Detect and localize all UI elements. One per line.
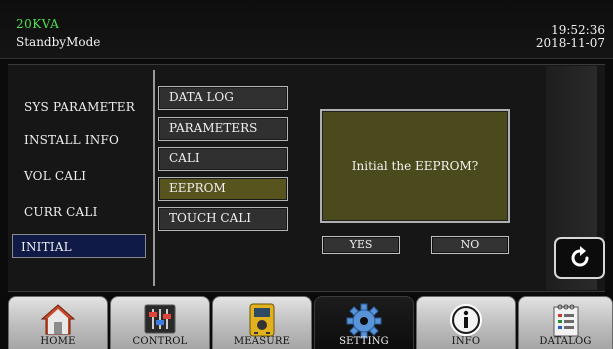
tab-home[interactable]: HOME <box>8 296 108 349</box>
sub-item-data-log[interactable]: DATA LOG <box>158 86 288 110</box>
side-item-curr-cali[interactable]: CURR CALI <box>24 205 98 219</box>
tab-control-label: CONTROL <box>132 336 188 347</box>
sub-item-eeprom[interactable]: EEPROM <box>158 177 288 201</box>
tab-info[interactable]: INFO <box>416 296 516 349</box>
sub-item-cali[interactable]: CALI <box>158 147 288 171</box>
clock-date: 2018-11-07 <box>535 36 605 50</box>
side-item-sys-parameter[interactable]: SYS PARAMETER <box>24 100 135 114</box>
log-icon <box>553 304 578 337</box>
mode-label: StandbyMode <box>16 35 101 49</box>
sliders-icon <box>144 304 176 334</box>
tab-home-label: HOME <box>40 336 76 347</box>
clock-time: 19:52:36 <box>551 23 605 37</box>
gear-icon <box>346 303 382 339</box>
back-button[interactable] <box>554 237 605 279</box>
tab-datalog[interactable]: DATALOG <box>518 296 613 349</box>
confirm-dialog: Initial the EEPROM? <box>320 109 510 223</box>
no-button[interactable]: NO <box>431 236 509 254</box>
menu-divider <box>153 70 155 286</box>
screen: 20KVA StandbyMode 19:52:36 2018-11-07 SY… <box>0 0 613 349</box>
tab-info-label: INFO <box>451 336 481 347</box>
tab-control[interactable]: CONTROL <box>110 296 210 349</box>
tab-measure[interactable]: MEASURE <box>212 296 312 349</box>
info-icon <box>450 304 482 336</box>
model-label: 20KVA <box>16 17 60 31</box>
yes-button[interactable]: YES <box>322 236 400 254</box>
dialog-message: Initial the EEPROM? <box>351 159 479 173</box>
tab-datalog-label: DATALOG <box>539 336 592 347</box>
side-item-initial[interactable]: INITIAL <box>12 234 146 258</box>
side-item-install-info[interactable]: INSTALL INFO <box>24 133 119 147</box>
sub-item-parameters[interactable]: PARAMETERS <box>158 117 288 141</box>
tab-measure-label: MEASURE <box>233 336 291 347</box>
side-item-vol-cali[interactable]: VOL CALI <box>24 169 86 183</box>
tab-setting[interactable]: SETTING <box>314 296 414 349</box>
meter-icon <box>249 303 275 337</box>
status-header: 20KVA StandbyMode 19:52:36 2018-11-07 <box>0 0 613 59</box>
sub-item-touch-cali[interactable]: TOUCH CALI <box>158 207 288 231</box>
tab-setting-label: SETTING <box>339 336 389 347</box>
refresh-back-icon <box>571 246 589 267</box>
home-icon <box>40 304 76 335</box>
